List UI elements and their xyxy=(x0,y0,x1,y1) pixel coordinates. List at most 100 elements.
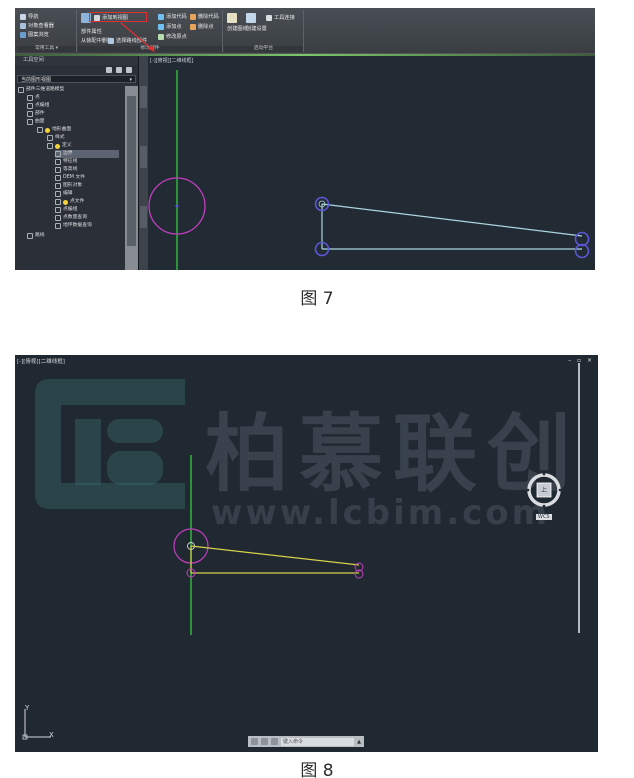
command-history-icon[interactable] xyxy=(271,738,278,745)
tree-item[interactable]: 地坪数据查询 xyxy=(55,222,92,230)
tree-item[interactable]: 点文件 xyxy=(55,198,84,206)
tree-item[interactable]: 部件 xyxy=(27,110,45,118)
tree-item[interactable]: 点 xyxy=(27,94,40,102)
figure-7-screenshot: 导航 对象查看器 图案浏览 常用工具 ▾ 添加到视图 部件属性 从装配中删除 选… xyxy=(15,8,595,270)
prospector-tree: 部件三维道路模型 点 点编组 部件 曲面 地形曲面 样式 定义 边界 特征线 等… xyxy=(15,86,125,270)
pattern-browse-button[interactable]: 图案浏览 xyxy=(20,31,49,38)
object-viewer-button[interactable]: 对象查看器 xyxy=(20,22,54,29)
drawing-viewport[interactable]: [-][俯视][二维线框] xyxy=(148,56,595,270)
ribbon-group-title: 启动平台 xyxy=(224,46,303,52)
scrollbar-thumb[interactable] xyxy=(127,96,136,246)
toolspace-title: 工具空间 xyxy=(15,56,138,65)
point-group-icon xyxy=(55,207,61,213)
highlight-arrow xyxy=(120,22,155,52)
surface-icon xyxy=(37,127,43,133)
definition-icon xyxy=(47,143,53,149)
drawing-canvas xyxy=(173,455,364,635)
delete-point-icon xyxy=(190,23,196,30)
ucs-y-label: Y xyxy=(25,704,30,712)
subassembly-icon xyxy=(27,111,33,117)
point-file-icon xyxy=(55,199,61,205)
select-route-icon xyxy=(108,37,114,44)
chevron-up-icon[interactable]: ▲ xyxy=(357,739,364,745)
ucs-x-label: X xyxy=(49,731,54,739)
tree-item[interactable]: 编辑 xyxy=(55,190,73,198)
navigate-icon xyxy=(20,13,26,20)
alignment-icon xyxy=(27,233,33,239)
toolspace-panel: 工具空间 当前图形视图 ▾ 部件三维道路模型 点 点编组 部件 曲面 地形曲面 … xyxy=(15,56,139,270)
navigate-button[interactable]: 导航 xyxy=(20,13,38,20)
style-icon xyxy=(47,135,53,141)
tree-item[interactable]: 曲面 xyxy=(27,118,45,126)
side-tab[interactable] xyxy=(140,206,147,228)
tree-item[interactable]: 特征线 xyxy=(55,158,77,166)
toolspace-toolbar xyxy=(15,65,138,75)
side-tab[interactable] xyxy=(140,146,147,168)
tree-item[interactable]: 路线 xyxy=(27,232,45,240)
modify-origin-button[interactable]: 修改原点 xyxy=(158,33,187,40)
tool-connect-icon xyxy=(266,14,272,21)
help-icon[interactable] xyxy=(126,67,132,73)
tree-item[interactable]: 点编组 xyxy=(27,102,49,110)
tree-item[interactable]: DEM 文件 xyxy=(55,174,85,182)
tree-item[interactable]: 定义 xyxy=(47,142,72,150)
command-line[interactable]: 键入命令 ▲ xyxy=(248,736,364,747)
tree-item[interactable]: 点数量查询 xyxy=(55,214,87,222)
create-settings-icon xyxy=(246,13,256,23)
ribbon-group-title: 常用工具 ▾ xyxy=(17,46,76,52)
contour-icon xyxy=(55,167,61,173)
edit-icon xyxy=(55,191,61,197)
point-group-icon xyxy=(27,103,33,109)
add-code-icon xyxy=(158,13,164,20)
pattern-icon xyxy=(20,31,26,38)
tree-item[interactable]: 样式 xyxy=(47,134,65,142)
tree-item[interactable]: 图形对象 xyxy=(55,182,82,190)
create-drawing-icon xyxy=(227,13,237,23)
drawing-canvas xyxy=(148,70,590,270)
toolspace-scrollbar[interactable] xyxy=(125,86,138,270)
point-grip[interactable] xyxy=(574,231,590,247)
delete-point-button[interactable]: 删除点 xyxy=(190,23,214,30)
point-grip[interactable] xyxy=(574,243,590,259)
tree-item[interactable]: 点编组 xyxy=(55,206,77,214)
add-point-button[interactable]: 添加点 xyxy=(158,23,182,30)
surface-icon xyxy=(27,119,33,125)
toolspace-side-tabs xyxy=(139,56,148,270)
toolspace-view-dropdown[interactable]: 当前图形视图 ▾ xyxy=(17,75,136,83)
origin-point xyxy=(175,204,179,208)
ribbon-group-launch-pad: 创建图纸 创建设置 工具连接 启动平台 xyxy=(224,10,304,52)
navigation-wheel[interactable]: 上 WCS xyxy=(523,469,565,520)
side-tab[interactable] xyxy=(140,86,147,108)
highlight-box xyxy=(89,12,147,22)
boundary-icon xyxy=(55,151,61,157)
view-cube-face-label: 上 xyxy=(541,487,548,494)
object-viewer-icon xyxy=(20,22,26,29)
tree-item[interactable]: 地形曲面 xyxy=(37,126,71,134)
subassembly-properties-button[interactable]: 部件属性 xyxy=(81,28,102,35)
tree-item[interactable]: 等高线 xyxy=(55,166,77,174)
close-icon[interactable] xyxy=(251,738,258,745)
tree-item[interactable]: 部件三维道路模型 xyxy=(18,86,64,94)
breakline-icon xyxy=(55,159,61,165)
dem-file-icon xyxy=(55,175,61,181)
wcs-label[interactable]: WCS xyxy=(536,514,552,520)
add-code-button[interactable]: 添加代码 xyxy=(158,13,187,20)
grid-icon[interactable] xyxy=(116,67,122,73)
tool-connect-button[interactable]: 工具连接 xyxy=(266,14,295,21)
tree-item-selected[interactable]: 边界 xyxy=(55,150,119,158)
figure-8-caption: 图 8 xyxy=(300,761,334,778)
figure-8-screenshot[interactable]: 柏慕联创 www.lcbim.com [-][俯视][二维线框] – ▫ × 上… xyxy=(15,355,598,752)
warning-icon xyxy=(63,199,68,205)
query-icon xyxy=(55,215,61,221)
query-icon xyxy=(55,223,61,229)
figure-7-caption: 图 7 xyxy=(300,289,334,309)
settings-icon[interactable] xyxy=(261,738,268,745)
command-input[interactable]: 键入命令 xyxy=(281,737,355,746)
delete-code-button[interactable]: 删除代码 xyxy=(190,13,219,20)
warning-icon xyxy=(55,143,60,149)
create-drawing-button[interactable]: 创建图纸 xyxy=(227,13,248,32)
viewport-scrollbar[interactable] xyxy=(578,363,580,633)
create-settings-button[interactable]: 创建设置 xyxy=(246,13,267,32)
settings-icon[interactable] xyxy=(106,67,112,73)
ribbon-group-general-tools: 导航 对象查看器 图案浏览 常用工具 ▾ xyxy=(17,10,77,52)
